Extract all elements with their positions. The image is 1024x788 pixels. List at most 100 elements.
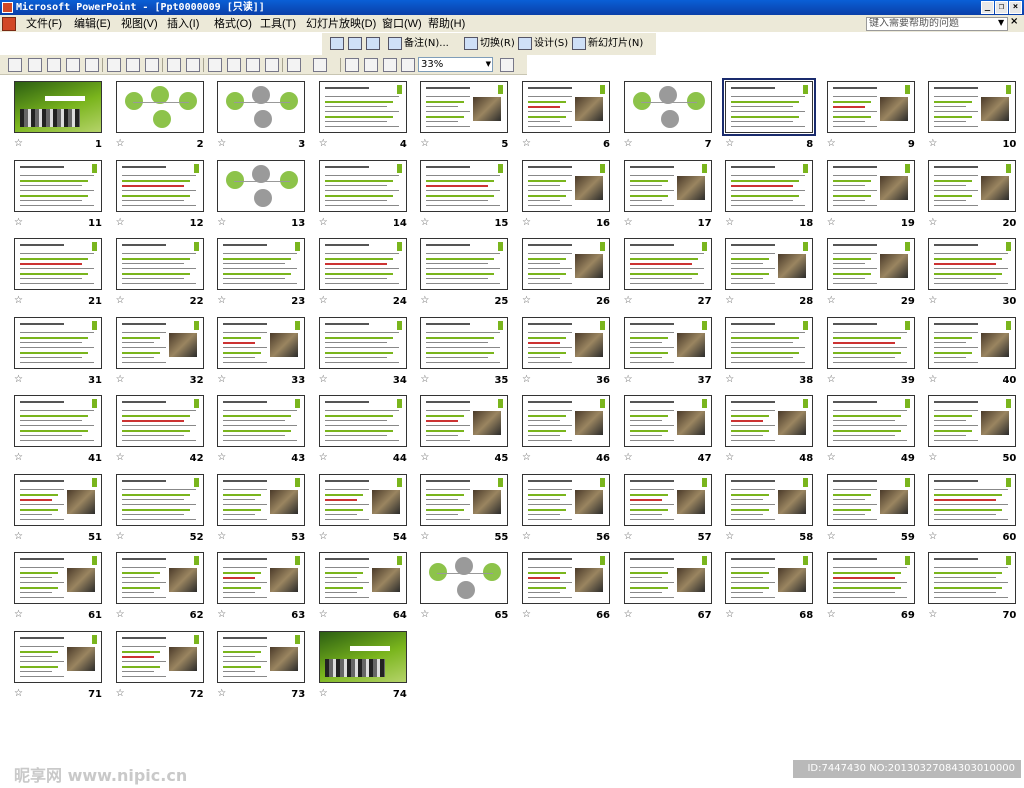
slide-thumbnail[interactable] [217, 395, 306, 447]
summary-slide-icon[interactable] [366, 37, 380, 50]
slide-thumbnail-cell[interactable]: ☆ 56 [522, 473, 622, 552]
slide-thumbnail-cell[interactable]: ☆ 35 [420, 316, 520, 395]
menu-format[interactable]: 格式(O) [214, 16, 252, 32]
transition-star-icon[interactable]: ☆ [217, 688, 227, 699]
slide-thumbnail-cell[interactable]: ☆ 37 [623, 316, 724, 395]
transition-star-icon[interactable]: ☆ [420, 453, 430, 463]
slide-thumbnail-cell[interactable]: ☆ 41 [14, 395, 114, 473]
slide-thumbnail[interactable] [14, 630, 102, 683]
menu-file[interactable]: 文件(F) [26, 16, 62, 32]
slide-thumbnail-cell[interactable]: ☆ 22 [115, 238, 216, 316]
slide-thumbnail[interactable] [115, 81, 204, 133]
slide-thumbnail-cell[interactable]: ☆ 57 [623, 473, 724, 552]
transition-star-icon[interactable]: ☆ [624, 139, 634, 149]
rehearse-timings-icon[interactable] [348, 37, 362, 50]
print-preview-icon[interactable] [145, 58, 159, 72]
slide-thumbnail[interactable] [318, 630, 407, 683]
slide-thumbnail[interactable] [115, 630, 204, 683]
transition-star-icon[interactable]: ☆ [522, 531, 532, 542]
transition-star-icon[interactable]: ☆ [827, 296, 837, 306]
transition-star-icon[interactable]: ☆ [116, 610, 126, 620]
slide-thumbnail-cell[interactable]: ☆ 67 [623, 552, 724, 630]
transition-star-icon[interactable]: ☆ [217, 610, 227, 620]
slide-thumbnail-cell[interactable]: ☆ 18 [725, 159, 825, 238]
transition-star-icon[interactable]: ☆ [319, 688, 329, 699]
slide-thumbnail-cell[interactable]: ☆ 70 [928, 552, 1024, 630]
transition-star-icon[interactable]: ☆ [928, 453, 938, 463]
transition-star-icon[interactable]: ☆ [420, 531, 430, 542]
redo-icon[interactable] [313, 58, 327, 72]
transition-star-icon[interactable]: ☆ [827, 610, 837, 620]
slide-thumbnail[interactable] [217, 630, 306, 683]
help-search-input[interactable]: 键入需要帮助的问题 [866, 17, 1008, 31]
slide-thumbnail[interactable] [928, 238, 1017, 290]
paste-icon[interactable] [246, 58, 260, 72]
transition-star-icon[interactable]: ☆ [319, 531, 329, 542]
transition-star-icon[interactable]: ☆ [14, 610, 24, 620]
menu-edit[interactable]: 编辑(E) [74, 16, 111, 32]
slide-thumbnail[interactable] [217, 473, 306, 526]
slide-thumbnail-cell[interactable]: ☆ 58 [725, 473, 825, 552]
slide-thumbnail-cell[interactable]: ☆ 46 [522, 395, 622, 473]
transition-star-icon[interactable]: ☆ [522, 610, 532, 620]
slide-thumbnail[interactable] [826, 159, 915, 212]
slide-thumbnail-cell[interactable]: ☆ 4 [318, 81, 419, 159]
slide-thumbnail-cell[interactable]: ☆ 66 [522, 552, 622, 630]
slide-thumbnail-cell[interactable]: ☆ 21 [14, 238, 114, 316]
slide-thumbnail[interactable] [420, 316, 509, 369]
spelling-icon[interactable] [167, 58, 181, 72]
slide-thumbnail-cell[interactable]: ☆ 32 [115, 316, 216, 395]
design-icon[interactable] [518, 37, 532, 50]
slide-thumbnail[interactable] [217, 238, 306, 290]
slide-thumbnail[interactable] [522, 238, 610, 290]
slide-thumbnail-cell[interactable]: ☆ 8 [722, 78, 825, 159]
slide-thumbnail[interactable] [14, 159, 102, 212]
transition-star-icon[interactable]: ☆ [14, 531, 24, 542]
menu-slideshow[interactable]: 幻灯片放映(D) [306, 16, 376, 32]
transition-star-icon[interactable]: ☆ [116, 374, 126, 385]
transition-star-icon[interactable]: ☆ [522, 217, 532, 228]
transition-star-icon[interactable]: ☆ [928, 531, 938, 542]
transition-star-icon[interactable]: ☆ [217, 374, 227, 385]
slide-thumbnail-cell[interactable]: ☆ 10 [928, 81, 1024, 159]
transition-star-icon[interactable]: ☆ [420, 296, 430, 306]
transition-star-icon[interactable]: ☆ [116, 217, 126, 228]
slide-thumbnail[interactable] [420, 473, 509, 526]
slide-thumbnail-cell[interactable]: ☆ 5 [420, 81, 520, 159]
slide-thumbnail[interactable] [522, 473, 610, 526]
slide-thumbnail[interactable] [318, 159, 407, 212]
transition-star-icon[interactable]: ☆ [217, 217, 227, 228]
slide-thumbnail-cell[interactable]: ☆ 7 [623, 81, 724, 159]
undo-icon[interactable] [287, 58, 301, 72]
menu-help[interactable]: 帮助(H) [428, 16, 465, 32]
slide-thumbnail-cell[interactable]: ☆ 68 [725, 552, 825, 630]
slide-thumbnail-cell[interactable]: ☆ 23 [217, 238, 317, 316]
slide-thumbnail-cell[interactable]: ☆ 42 [115, 395, 216, 473]
slide-thumbnail-cell[interactable]: ☆ 29 [826, 238, 927, 316]
slide-thumbnail-cell[interactable]: ☆ 49 [826, 395, 927, 473]
slide-thumbnail[interactable] [318, 238, 407, 290]
transition-star-icon[interactable]: ☆ [420, 217, 430, 228]
slide-thumbnail-cell[interactable]: ☆ 26 [522, 238, 622, 316]
transition-star-icon[interactable]: ☆ [14, 296, 24, 306]
slide-thumbnail-cell[interactable]: ☆ 24 [318, 238, 419, 316]
transition-star-icon[interactable]: ☆ [319, 139, 329, 149]
transition-star-icon[interactable]: ☆ [420, 610, 430, 620]
slide-thumbnail[interactable] [725, 238, 814, 290]
grid-icon[interactable] [383, 58, 397, 72]
slide-thumbnail[interactable] [928, 159, 1017, 212]
slide-thumbnail[interactable] [217, 552, 306, 604]
slide-thumbnail-cell[interactable]: ☆ 16 [522, 159, 622, 238]
slide-thumbnail[interactable] [14, 395, 102, 447]
slide-thumbnail-cell[interactable]: ☆ 20 [928, 159, 1024, 238]
transition-star-icon[interactable]: ☆ [319, 374, 329, 385]
slide-thumbnail[interactable] [522, 159, 610, 212]
slide-thumbnail-cell[interactable]: ☆ 3 [217, 81, 317, 159]
slide-thumbnail-cell[interactable]: ☆ 71 [14, 630, 114, 709]
transition-star-icon[interactable]: ☆ [624, 296, 634, 306]
transition-star-icon[interactable]: ☆ [624, 531, 634, 542]
slide-thumbnail-cell[interactable]: ☆ 51 [14, 473, 114, 552]
transition-star-icon[interactable]: ☆ [14, 139, 24, 149]
slide-thumbnail[interactable] [928, 395, 1017, 447]
slide-thumbnail-cell[interactable]: ☆ 6 [522, 81, 622, 159]
